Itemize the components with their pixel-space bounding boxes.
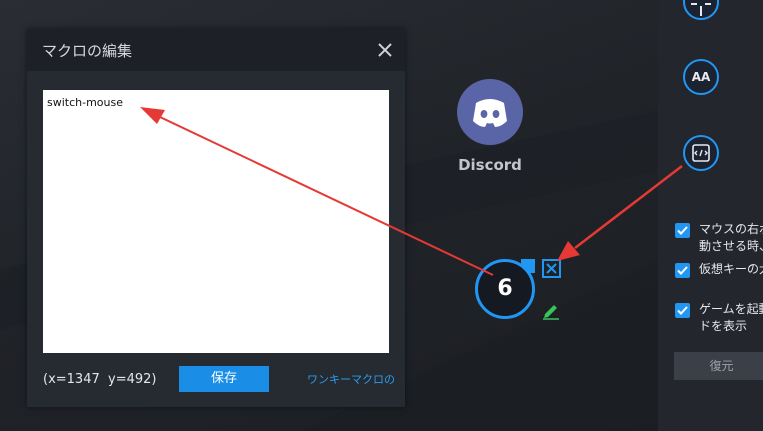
arrow-to-delete [574,165,683,249]
arrow-head-editor [140,107,165,124]
arrow-to-editor [159,116,494,276]
arrow-head-delete [557,241,580,261]
annotation-arrows [140,107,683,276]
